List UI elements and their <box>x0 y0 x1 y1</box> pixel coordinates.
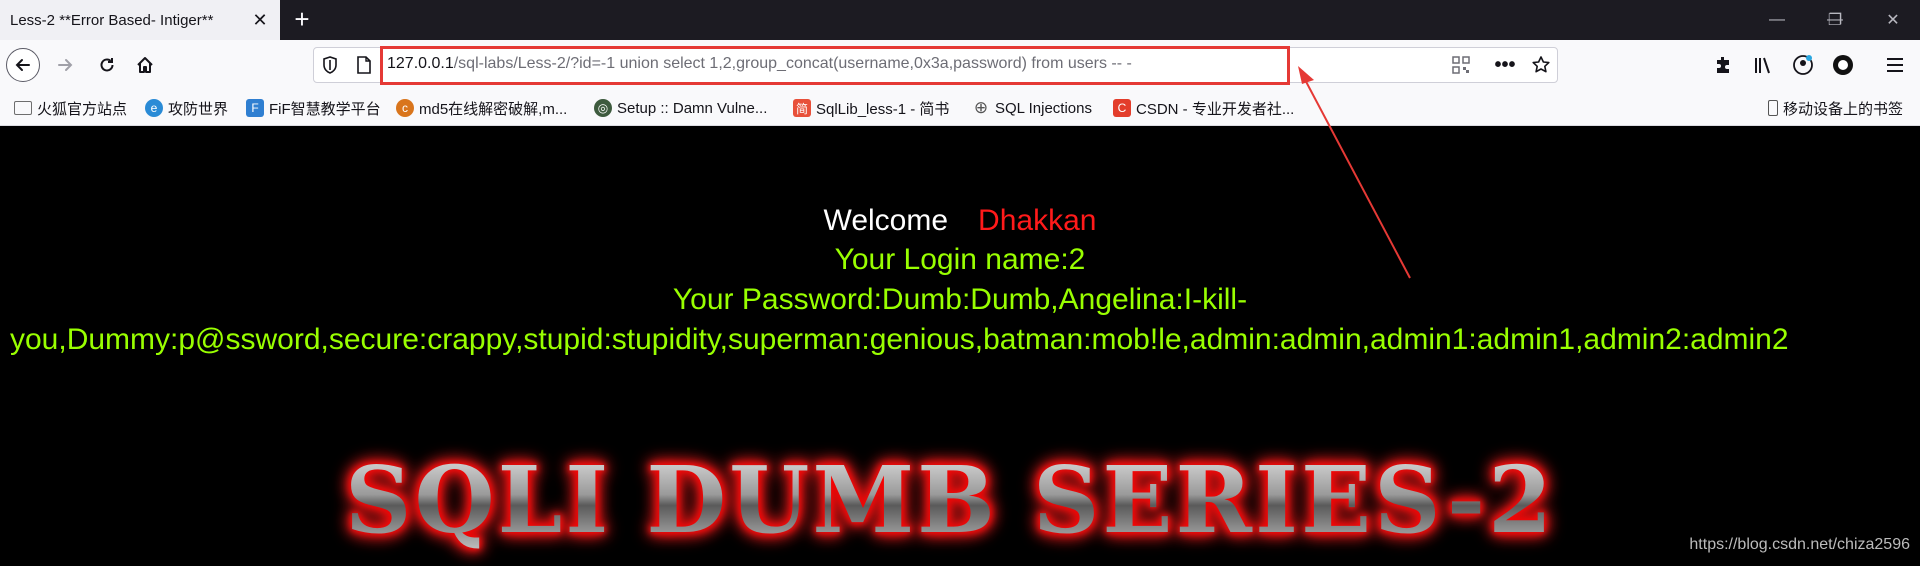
tab-close-icon[interactable]: ✕ <box>250 10 270 30</box>
password-line-2: you,Dummy:p@ssword,secure:crappy,stupid:… <box>10 323 1789 356</box>
url-text[interactable]: 127.0.0.1/sql-labs/Less-2/?id=-1 union s… <box>387 55 1132 73</box>
watermark: https://blog.csdn.net/chiza2596 <box>1689 536 1910 553</box>
bookmark-item[interactable]: ⊕ SQL Injections <box>972 98 1092 118</box>
new-tab-button[interactable]: + <box>288 6 316 34</box>
page-info-icon[interactable] <box>354 55 374 75</box>
restore-icon[interactable]: ❐ <box>1812 0 1858 40</box>
bookmark-item[interactable]: c md5在线解密破解,m... <box>396 98 567 118</box>
bookmark-item[interactable]: F FiF智慧教学平台 <box>246 98 381 118</box>
menu-icon[interactable] <box>1884 54 1906 76</box>
qr-code-icon[interactable] <box>1450 54 1472 76</box>
url-path: /sql-labs/Less-2/?id=-1 union select 1,2… <box>453 55 1132 72</box>
reload-button[interactable] <box>90 48 124 82</box>
jianshu-icon: 简 <box>793 99 811 117</box>
forward-arrow-icon <box>58 59 73 71</box>
minimize-icon[interactable]: — <box>1754 0 1800 40</box>
globe-icon: e <box>145 99 163 117</box>
tracking-protection-icon[interactable] <box>320 55 340 75</box>
library-icon[interactable] <box>1752 54 1774 76</box>
tab-active[interactable]: Less-2 **Error Based- Intiger** ✕ <box>0 0 280 40</box>
tab-strip: Less-2 **Error Based- Intiger** ✕ + — <box>0 0 1920 40</box>
back-button[interactable] <box>6 48 40 82</box>
bookmark-item[interactable]: ◎ Setup :: Damn Vulne... <box>594 98 767 118</box>
bookmark-item[interactable]: C CSDN - 专业开发者社... <box>1113 98 1294 118</box>
user-name: Dhakkan <box>978 204 1097 237</box>
mobile-bookmarks[interactable]: 移动设备上的书签 <box>1768 98 1903 118</box>
globe-icon: ⊕ <box>973 98 989 117</box>
login-name: Your Login name:2 <box>834 243 1086 276</box>
tab-title: Less-2 **Error Based- Intiger** <box>10 11 214 29</box>
home-icon <box>137 57 153 73</box>
forward-button[interactable] <box>48 48 82 82</box>
welcome-line: Welcome Dhakkan <box>0 204 1920 238</box>
fif-icon: F <box>246 99 264 117</box>
page-content: Welcome Dhakkan Your Login name:2 Your Pa… <box>0 126 1920 566</box>
welcome-text: Welcome <box>823 204 949 237</box>
home-button[interactable] <box>128 48 162 82</box>
csdn-icon: C <box>1113 99 1131 117</box>
bookmark-item[interactable]: 简 SqlLib_less-1 - 简书 <box>793 98 949 118</box>
mobile-icon <box>1768 100 1778 116</box>
reload-icon <box>100 58 114 72</box>
back-arrow-icon <box>15 59 30 71</box>
bookmarks-bar: 火狐官方站点 e 攻防世界 F FiF智慧教学平台 c md5在线解密破解,m... … <box>0 90 1920 126</box>
sqli-banner: SQLI DUMB SERIES-2 <box>345 446 1556 554</box>
md5-icon: c <box>396 99 414 117</box>
obs-icon[interactable] <box>1832 54 1854 76</box>
close-window-icon[interactable]: ✕ <box>1870 0 1916 40</box>
password-line-1: Your Password:Dumb:Dumb,Angelina:I-kill- <box>672 283 1248 316</box>
url-host: 127.0.0.1 <box>387 55 454 72</box>
account-icon[interactable] <box>1792 54 1814 76</box>
extensions-icon[interactable] <box>1712 54 1734 76</box>
dvwa-icon: ◎ <box>594 99 612 117</box>
more-actions-icon[interactable]: ••• <box>1494 54 1516 76</box>
bookmark-star-icon[interactable] <box>1530 54 1552 76</box>
bookmark-item[interactable]: 火狐官方站点 <box>14 98 127 118</box>
bookmark-item[interactable]: e 攻防世界 <box>145 98 228 118</box>
folder-icon <box>14 101 32 115</box>
